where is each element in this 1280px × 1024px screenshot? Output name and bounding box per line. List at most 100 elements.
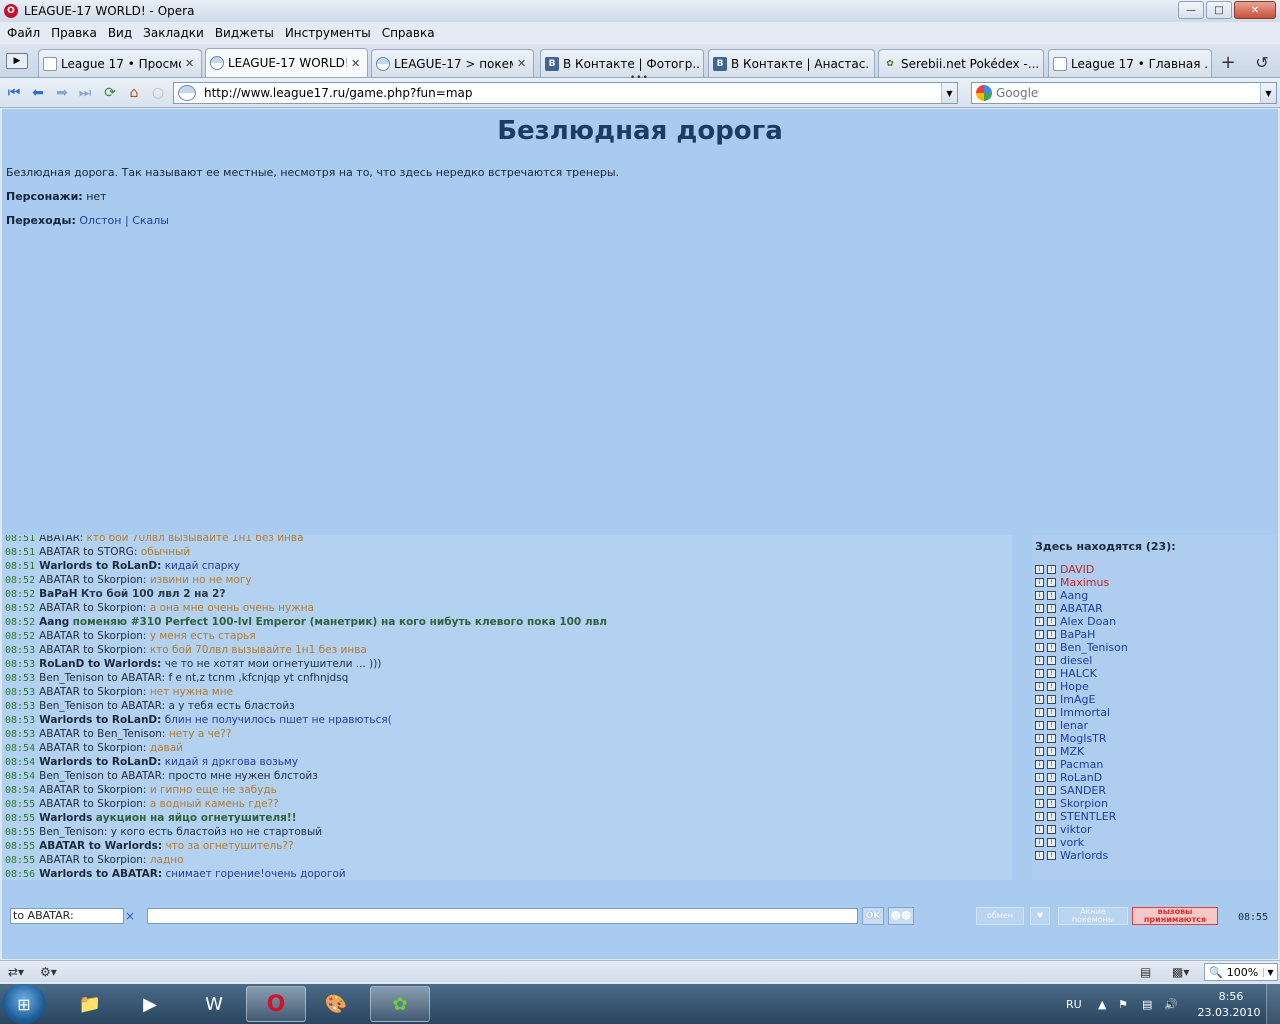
chat-sender[interactable]: Warlords to RoLanD:: [39, 756, 161, 768]
user-name[interactable]: ABATAR: [1060, 602, 1103, 615]
tab-league17-view[interactable]: League 17 • Просмо... ✕: [38, 49, 202, 77]
user-name[interactable]: lenar: [1060, 719, 1088, 732]
menu-help[interactable]: Справка: [379, 26, 443, 40]
user-name[interactable]: vork: [1060, 836, 1084, 849]
language-indicator[interactable]: RU: [1066, 984, 1082, 1024]
zoom-dropdown-icon[interactable]: ▼: [1263, 967, 1277, 977]
user-private-icon[interactable]: !: [1047, 760, 1056, 769]
taskbar-time[interactable]: 8:56: [1200, 990, 1262, 1003]
chat-log[interactable]: 08:51 ABATAR: кто бой 70лвл вызывайте 1н1…: [2, 535, 1012, 880]
chat-sender[interactable]: ABATAR to Skorpion:: [39, 798, 146, 810]
user-info-icon[interactable]: i: [1035, 721, 1044, 730]
word-taskbar-icon[interactable]: W: [184, 986, 244, 1022]
menu-view[interactable]: Вид: [105, 26, 140, 40]
chat-sender[interactable]: Warlords to RoLanD:: [39, 560, 161, 572]
user-name[interactable]: Hope: [1060, 680, 1089, 693]
user-info-icon[interactable]: i: [1035, 760, 1044, 769]
menu-tools[interactable]: Инструменты: [282, 26, 379, 40]
clear-recipient-icon[interactable]: ×: [125, 909, 135, 923]
fast-forward-icon[interactable]: ⏭: [76, 84, 94, 102]
chat-sender[interactable]: ABATAR:: [39, 535, 83, 544]
user-name[interactable]: Immortal: [1060, 706, 1110, 719]
user-info-icon[interactable]: i: [1035, 682, 1044, 691]
user-name[interactable]: Ben_Tenison: [1060, 641, 1128, 654]
panel-toggle-button[interactable]: ▶: [6, 53, 28, 69]
volume-icon[interactable]: 🔊: [1164, 984, 1178, 1024]
search-box[interactable]: ▼: [971, 82, 1277, 104]
reload-icon[interactable]: ⟳: [101, 84, 119, 102]
user-info-icon[interactable]: i: [1035, 734, 1044, 743]
start-button[interactable]: ⊞: [2, 984, 46, 1024]
user-info-icon[interactable]: i: [1035, 773, 1044, 782]
user-info-icon[interactable]: i: [1035, 708, 1044, 717]
user-name[interactable]: SANDER: [1060, 784, 1106, 797]
chat-sender[interactable]: ABATAR to Skorpion:: [39, 686, 146, 698]
unite-icon[interactable]: ⚙▾: [40, 964, 57, 980]
heart-icon[interactable]: ♥: [1030, 907, 1050, 925]
search-input[interactable]: [996, 86, 1260, 100]
chat-sender[interactable]: ABATAR to Skorpion:: [39, 854, 146, 866]
user-private-icon[interactable]: !: [1047, 734, 1056, 743]
menu-bookmarks[interactable]: Закладки: [140, 26, 212, 40]
search-dropdown-icon[interactable]: ▼: [1260, 83, 1276, 103]
tab-close-icon[interactable]: ✕: [185, 57, 197, 70]
transition-link-olston[interactable]: Олстон: [79, 214, 121, 227]
user-name[interactable]: viktor: [1060, 823, 1092, 836]
chat-sender[interactable]: ABATAR to Skorpion:: [39, 630, 146, 642]
tab-close-icon[interactable]: ✕: [517, 57, 529, 70]
user-info-icon[interactable]: i: [1035, 630, 1044, 639]
chat-sender[interactable]: Warlords: [39, 812, 92, 824]
zoom-select[interactable]: 🔍 100% ▼: [1204, 963, 1278, 981]
send-ok-button[interactable]: OK: [862, 907, 884, 925]
chat-sender[interactable]: Ben_Tenison to ABATAR:: [39, 700, 165, 712]
user-private-icon[interactable]: !: [1047, 669, 1056, 678]
user-info-icon[interactable]: i: [1035, 799, 1044, 808]
user-info-icon[interactable]: i: [1035, 565, 1044, 574]
chat-sender[interactable]: ABATAR to Skorpion:: [39, 742, 146, 754]
address-dropdown-icon[interactable]: ▼: [941, 83, 957, 103]
new-tab-icon[interactable]: +: [1218, 52, 1238, 73]
transition-link-cliffs[interactable]: Скалы: [132, 214, 169, 227]
close-window-button[interactable]: ✕: [1234, 1, 1276, 19]
address-bar[interactable]: ▼: [173, 82, 958, 104]
chat-sender[interactable]: BaPaH: [39, 588, 77, 600]
user-private-icon[interactable]: !: [1047, 695, 1056, 704]
user-name[interactable]: HALCK: [1060, 667, 1097, 680]
group-chat-icon[interactable]: ☻☻: [888, 907, 914, 925]
sync-icon[interactable]: ⇄▾: [8, 964, 24, 980]
user-private-icon[interactable]: !: [1047, 838, 1056, 847]
recipient-field[interactable]: to ABATAR:: [10, 908, 124, 924]
user-info-icon[interactable]: i: [1035, 578, 1044, 587]
user-name[interactable]: Warlords: [1060, 849, 1108, 862]
user-private-icon[interactable]: !: [1047, 682, 1056, 691]
user-private-icon[interactable]: !: [1047, 630, 1056, 639]
user-private-icon[interactable]: !: [1047, 591, 1056, 600]
chat-sender[interactable]: ABATAR to Ben_Tenison:: [39, 728, 165, 740]
network-icon[interactable]: ▤: [1142, 984, 1152, 1024]
user-private-icon[interactable]: !: [1047, 604, 1056, 613]
user-name[interactable]: Skorpion: [1060, 797, 1108, 810]
chat-sender[interactable]: ABATAR to Skorpion:: [39, 574, 146, 586]
user-private-icon[interactable]: !: [1047, 643, 1056, 652]
tab-vk-anastasia[interactable]: B В Контакте | Анастас...: [708, 49, 875, 77]
user-name[interactable]: MogIsTR: [1060, 732, 1107, 745]
images-toggle-icon[interactable]: ▩▾: [1172, 964, 1189, 980]
challenges-accepted-button[interactable]: вызовы принимаются: [1132, 907, 1218, 925]
tab-serebii[interactable]: ✿ Serebii.net Pokédex -...: [878, 49, 1044, 77]
tab-league17-pokemon[interactable]: LEAGUE-17 > покем... ✕: [371, 49, 534, 77]
opera-taskbar-icon[interactable]: O: [246, 986, 306, 1022]
chat-sender[interactable]: ABATAR to Skorpion:: [39, 784, 146, 796]
exchange-button[interactable]: обмен: [976, 907, 1024, 925]
panel-view-icon[interactable]: ▤: [1140, 964, 1151, 980]
user-private-icon[interactable]: !: [1047, 617, 1056, 626]
user-info-icon[interactable]: i: [1035, 643, 1044, 652]
wand-icon[interactable]: ○: [149, 84, 167, 102]
menu-edit[interactable]: Правка: [48, 26, 105, 40]
tab-vk-photos[interactable]: B В Контакте | Фотогр...: [540, 49, 704, 77]
user-private-icon[interactable]: !: [1047, 812, 1056, 821]
forward-icon[interactable]: ➡: [53, 84, 71, 102]
chat-sender[interactable]: Ben_Tenison to ABATAR:: [39, 770, 165, 782]
user-info-icon[interactable]: i: [1035, 851, 1044, 860]
user-info-icon[interactable]: i: [1035, 656, 1044, 665]
chat-sender[interactable]: ABATAR to Skorpion:: [39, 644, 146, 656]
